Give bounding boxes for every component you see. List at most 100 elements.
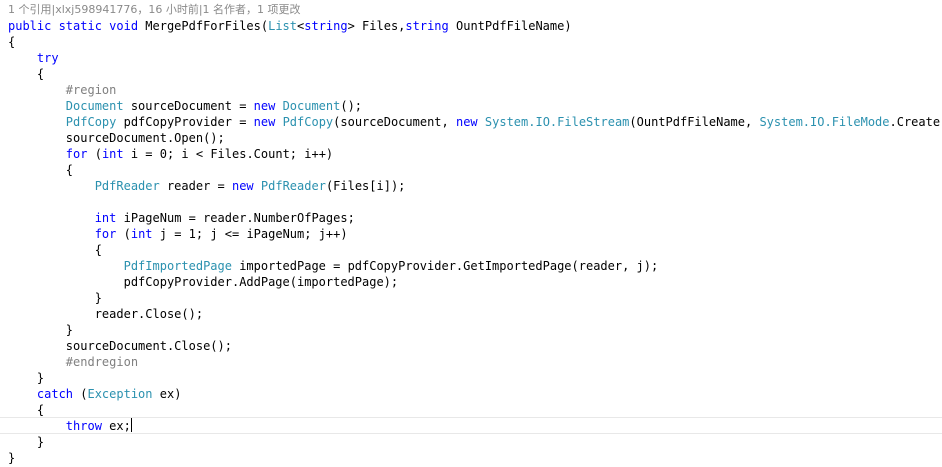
code-token: OuntPdfFileName) (448, 19, 572, 33)
type-token: System.IO. (484, 115, 558, 129)
current-line-highlight (0, 417, 942, 434)
code-line[interactable]: pdfCopyProvider.AddPage(importedPage); (8, 274, 399, 290)
code-token: ex) (152, 387, 182, 401)
code-line[interactable]: reader.Close(); (8, 306, 203, 322)
keyword-token: throw (65, 419, 102, 433)
code-line[interactable]: PdfReader reader = new PdfReader(Files[i… (8, 178, 406, 194)
code-token: } (8, 451, 16, 465)
code-token: ( (87, 147, 102, 161)
type-token: Document (65, 99, 124, 113)
code-token: (); (340, 99, 363, 113)
code-line[interactable]: throw ex; (8, 418, 132, 434)
code-token: ( (73, 387, 88, 401)
code-token: sourceDocument.Close(); (8, 339, 232, 353)
code-editor[interactable]: 1 个引用|xlxj598941776，16 小时前|1 名作者，1 项更改 p… (0, 0, 942, 467)
code-token: i = 0; i < Files.Count; i++) (123, 147, 334, 161)
codelens-info[interactable]: 1 个引用|xlxj598941776，16 小时前|1 名作者，1 项更改 (8, 2, 301, 18)
code-line[interactable]: sourceDocument.Open(); (8, 130, 225, 146)
code-token: .Create)); (889, 115, 942, 129)
code-line[interactable]: { (8, 242, 102, 258)
code-token: { (8, 67, 45, 81)
keyword-token: for (94, 227, 117, 241)
code-token: ex; (101, 419, 131, 433)
code-token: ( (116, 227, 131, 241)
code-token: (sourceDocument, (333, 115, 456, 129)
type-token: Document (282, 99, 341, 113)
keyword-token: string (304, 19, 348, 33)
keyword-token: new (253, 115, 276, 129)
code-line[interactable]: #region (8, 82, 117, 98)
code-line[interactable]: } (8, 370, 44, 386)
code-token: pdfCopyProvider = (116, 115, 254, 129)
code-line[interactable]: PdfCopy pdfCopyProvider = new PdfCopy(so… (8, 114, 942, 130)
type-token: PdfReader (260, 179, 326, 193)
code-line[interactable]: PdfImportedPage importedPage = pdfCopyPr… (8, 258, 659, 274)
keyword-token: string (405, 19, 449, 33)
code-token: } (8, 291, 102, 305)
type-token: FileMode (831, 115, 890, 129)
comment-token: #endregion (8, 355, 139, 369)
code-line[interactable]: int iPageNum = reader.NumberOfPages; (8, 210, 355, 226)
code-line[interactable]: } (8, 290, 102, 306)
code-line[interactable]: sourceDocument.Close(); (8, 338, 232, 354)
code-token: } (8, 435, 45, 449)
keyword-token: public static void (8, 19, 146, 33)
type-token: PdfImportedPage (123, 259, 232, 273)
code-token: } (8, 371, 45, 385)
code-token: iPageNum = reader.NumberOfPages; (116, 211, 355, 225)
type-token: PdfCopy (282, 115, 334, 129)
code-token: { (8, 243, 102, 257)
code-line[interactable]: for (int i = 0; i < Files.Count; i++) (8, 146, 333, 162)
type-token: PdfCopy (65, 115, 117, 129)
code-line[interactable]: Document sourceDocument = new Document()… (8, 98, 362, 114)
keyword-token: try (36, 51, 59, 65)
code-token: (OuntPdfFileName, (629, 115, 760, 129)
keyword-token: new (231, 179, 254, 193)
keyword-token: new (455, 115, 478, 129)
code-token: { (8, 403, 45, 417)
code-line[interactable]: public static void MergePdfForFiles(List… (8, 18, 572, 34)
code-token: { (8, 35, 16, 49)
code-line[interactable]: { (8, 162, 73, 178)
code-line[interactable]: { (8, 402, 44, 418)
keyword-token: int (94, 211, 117, 225)
code-token: sourceDocument.Open(); (8, 131, 225, 145)
code-token: importedPage = pdfCopyProvider.GetImport… (231, 259, 659, 273)
code-line[interactable]: } (8, 434, 44, 450)
code-line[interactable]: { (8, 34, 15, 50)
code-token: MergePdfForFiles( (145, 19, 269, 33)
keyword-token: int (130, 227, 153, 241)
code-line[interactable]: for (int j = 1; j <= iPageNum; j++) (8, 226, 348, 242)
keyword-token: catch (36, 387, 74, 401)
type-token: PdfReader (94, 179, 160, 193)
code-token: reader = (159, 179, 232, 193)
text-caret (130, 418, 132, 432)
keyword-token: new (253, 99, 276, 113)
code-token: { (8, 163, 74, 177)
keyword-token: for (65, 147, 88, 161)
code-line[interactable]: { (8, 66, 44, 82)
code-line[interactable]: } (8, 450, 15, 466)
code-line[interactable]: } (8, 322, 73, 338)
code-token: reader.Close(); (8, 307, 204, 321)
type-token: List (268, 19, 298, 33)
code-line[interactable]: catch (Exception ex) (8, 386, 182, 402)
type-token: FileStream (557, 115, 630, 129)
code-line[interactable]: #endregion (8, 354, 138, 370)
code-token: } (8, 323, 74, 337)
comment-token: #region (8, 83, 117, 97)
code-token: > Files, (347, 19, 406, 33)
code-line[interactable]: try (8, 50, 59, 66)
